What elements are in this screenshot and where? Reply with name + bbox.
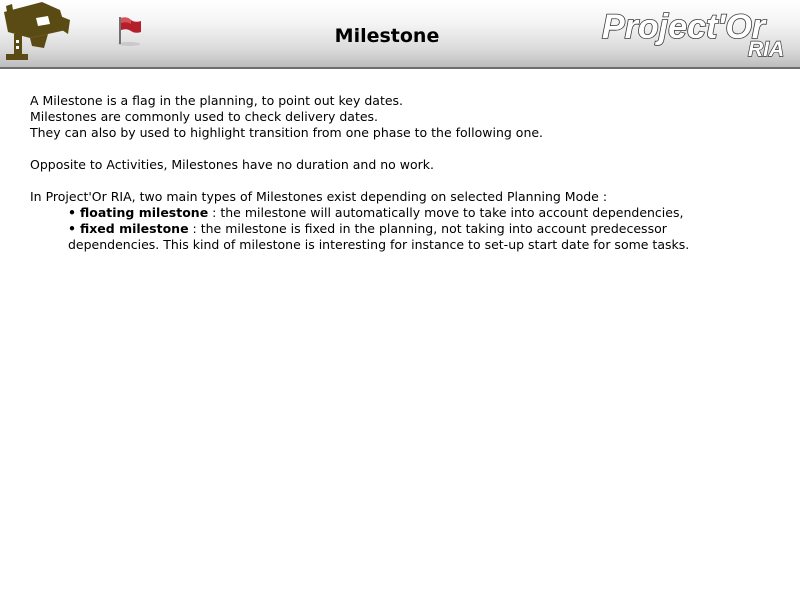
intro-line: Milestones are commonly used to check de… [30, 109, 379, 124]
intro-line: They can also by used to highlight trans… [30, 125, 544, 140]
logo-text: Project'Or [602, 8, 767, 46]
bullet-description: : the milestone will automatically move … [208, 205, 684, 220]
bullet-continuation: dependencies. This kind of milestone is … [68, 237, 690, 252]
help-content: A Milestone is a flag in the planning, t… [30, 93, 780, 253]
page-title: Milestone [334, 25, 440, 47]
bullet-marker: • [68, 221, 76, 236]
bullet-fixed-milestone: • fixed milestone : the milestone is fix… [30, 221, 780, 237]
logo-subtext: RIA [748, 38, 784, 61]
intro-line: A Milestone is a flag in the planning, t… [30, 93, 404, 108]
types-intro: In Project'Or RIA, two main types of Mil… [30, 189, 608, 204]
security-camera-icon [4, 2, 70, 60]
app-logo: Project'Or RIA [601, 7, 785, 62]
bullet-floating-milestone: • floating milestone : the milestone wil… [30, 205, 780, 221]
opposite-line: Opposite to Activities, Milestones have … [30, 157, 434, 172]
bullet-term: floating milestone [79, 205, 209, 220]
bullet-term: fixed milestone [79, 221, 189, 236]
bullet-description: : the milestone is fixed in the planning… [188, 221, 667, 236]
bullet-marker: • [68, 205, 76, 220]
header-bar: Milestone Project'Or RIA [0, 0, 800, 69]
milestone-flag-icon [118, 17, 141, 46]
